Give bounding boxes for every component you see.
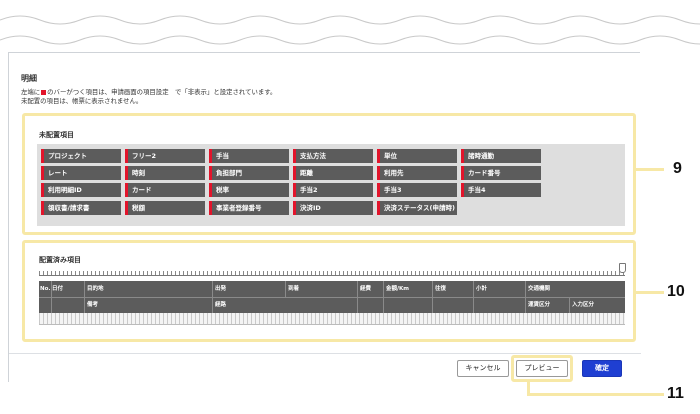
chip-item[interactable]: レート	[41, 166, 121, 180]
header-remarks[interactable]: 備考	[87, 300, 98, 310]
header-route[interactable]: 経路	[215, 300, 226, 310]
chip-item[interactable]: フリー2	[125, 149, 205, 163]
chip-item[interactable]: 手当	[209, 149, 289, 163]
header-round-trip[interactable]: 往復	[435, 284, 446, 294]
callout-line-9	[634, 168, 664, 171]
col-divider	[285, 281, 286, 297]
chip-item[interactable]: 利用先	[377, 166, 457, 180]
note-prefix: 左端に	[21, 88, 41, 96]
footer-bar: キャンセル プレビュー 確定	[9, 353, 641, 383]
chip-item[interactable]: 決済ステータス(申請時)	[377, 201, 457, 215]
chip-item[interactable]: カード番号	[461, 166, 541, 180]
placed-header-grid: No. 日付 目的地 出発 到着 経費 金額/Km 往復 小計 交通機関 備考 …	[39, 281, 625, 313]
details-note-line1: 左端に のバーがつく項目は、申請画面の項目設定 で「非表示」と設定されています。	[21, 87, 276, 96]
chip-item[interactable]: 税額	[125, 201, 205, 215]
confirm-button[interactable]: 確定	[582, 360, 622, 377]
header-no[interactable]: No.	[40, 284, 50, 294]
header-expense-type[interactable]: 経費	[360, 284, 371, 294]
chip-item[interactable]: 手当3	[377, 183, 457, 197]
chip-item[interactable]: 距離	[293, 166, 373, 180]
chip-item[interactable]: 支払方法	[293, 149, 373, 163]
col-divider	[525, 281, 526, 313]
header-amount[interactable]: 金額/Km	[386, 284, 409, 294]
header-input-class[interactable]: 入力区分	[572, 300, 594, 310]
ruler-handle-icon[interactable]	[619, 263, 626, 273]
col-divider	[383, 281, 384, 313]
chip-item[interactable]: 決済ID	[293, 201, 373, 215]
chip-item[interactable]: 手当4	[461, 183, 541, 197]
unplaced-items-section: 未配置項目 プロジェクト フリー2 手当 支払方法 単位 諸時通勤 レート 時刻…	[22, 113, 636, 235]
header-arrival[interactable]: 到着	[288, 284, 299, 294]
unplaced-chip-area: プロジェクト フリー2 手当 支払方法 単位 諸時通勤 レート 時刻 負担部門 …	[37, 144, 625, 226]
details-panel: 明細 左端に のバーがつく項目は、申請画面の項目設定 で「非表示」と設定されていま…	[8, 52, 641, 383]
red-bar-marker-icon	[41, 89, 47, 95]
header-expense-class[interactable]: 運賃区分	[528, 300, 550, 310]
header-transport[interactable]: 交通機関	[528, 284, 550, 294]
unplaced-title: 未配置項目	[39, 131, 74, 139]
details-title: 明細	[21, 74, 37, 83]
chip-item[interactable]: プロジェクト	[41, 149, 121, 163]
header-subtotal[interactable]: 小計	[476, 284, 487, 294]
chip-item[interactable]: 領収書/請求書	[41, 201, 121, 215]
placed-grid-cells	[39, 313, 625, 325]
details-note-line2: 未配置の項目は、帳票に表示されません。	[21, 97, 143, 105]
chip-item[interactable]: 諸時通勤	[461, 149, 541, 163]
chip-item[interactable]: 単位	[377, 149, 457, 163]
chip-item[interactable]: 事業者登録番号	[209, 201, 289, 215]
chip-item[interactable]: 利用明細ID	[41, 183, 121, 197]
callout-line-10	[634, 291, 664, 294]
col-divider	[473, 281, 474, 313]
ruler-line	[39, 275, 625, 276]
chip-item[interactable]: カード	[125, 183, 205, 197]
chip-item[interactable]: 税率	[209, 183, 289, 197]
placed-items-section: 配置済み項目 No. 日付 目的地 出発 到着 経費 金額/Km 往復 小計 交…	[22, 240, 636, 342]
chip-item[interactable]: 負担部門	[209, 166, 289, 180]
callout-number-10: 10	[667, 283, 685, 300]
col-divider	[357, 281, 358, 313]
details-body: 明細 左端に のバーがつく項目は、申請画面の項目設定 で「非表示」と設定されていま…	[9, 53, 641, 353]
col-divider	[569, 297, 570, 313]
placed-title: 配置済み項目	[39, 256, 81, 264]
callout-line-11	[527, 393, 664, 396]
col-divider	[84, 281, 85, 313]
chip-item[interactable]: 時刻	[125, 166, 205, 180]
note-suffix: のバーがつく項目は、申請画面の項目設定 で「非表示」と設定されています。	[47, 88, 277, 96]
header-departure[interactable]: 出発	[215, 284, 226, 294]
col-divider	[432, 281, 433, 313]
cancel-button[interactable]: キャンセル	[457, 360, 509, 377]
callout-number-11: 11	[667, 385, 684, 402]
preview-button[interactable]: プレビュー	[516, 360, 568, 377]
col-divider	[212, 281, 213, 313]
header-destination[interactable]: 目的地	[87, 284, 104, 294]
header-divider	[39, 297, 625, 298]
header-date[interactable]: 日付	[52, 284, 63, 294]
chip-item[interactable]: 手当2	[293, 183, 373, 197]
layout-ruler: No. 日付 目的地 出発 到着 経費 金額/Km 往復 小計 交通機関 備考 …	[39, 263, 626, 329]
callout-number-9: 9	[673, 160, 682, 177]
